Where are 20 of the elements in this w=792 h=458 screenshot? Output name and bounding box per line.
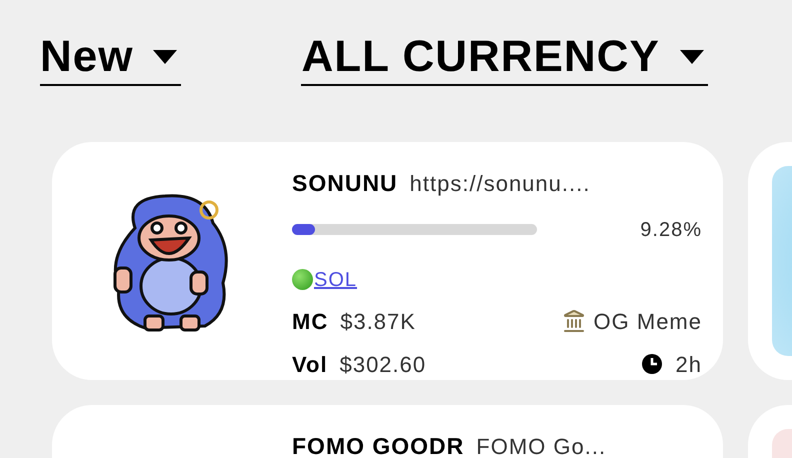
caret-icon bbox=[680, 50, 704, 64]
chain-link[interactable]: SOL bbox=[292, 264, 358, 294]
category-label: OG Meme bbox=[594, 308, 702, 336]
caret-icon bbox=[153, 50, 178, 64]
mc-label: MC bbox=[292, 308, 328, 336]
token-name: SONUNU bbox=[292, 169, 398, 198]
token-card[interactable]: SONUNU https://sonunu.... 9.28% SOL MC $3.87K OG Meme Vol $302.60 2h bbox=[52, 142, 723, 380]
filter-dropdown[interactable]: New bbox=[40, 30, 182, 86]
landmark-icon bbox=[562, 309, 586, 333]
age-label: 2h bbox=[676, 350, 702, 378]
vol-label: Vol bbox=[292, 350, 328, 378]
token-link: FOMO Go... bbox=[476, 432, 606, 458]
token-link: https://sonunu.... bbox=[410, 170, 590, 198]
mc-value: $3.87K bbox=[340, 308, 416, 336]
clock-icon bbox=[642, 354, 662, 374]
vol-value: $302.60 bbox=[340, 350, 426, 378]
progress-percent: 9.28% bbox=[640, 218, 702, 242]
token-name: FOMO GOODR bbox=[292, 432, 464, 458]
filter-dropdown[interactable]: ALL CURRENCY bbox=[301, 30, 708, 86]
token-card[interactable]: FOMO GOODR FOMO Go... bbox=[52, 405, 723, 458]
